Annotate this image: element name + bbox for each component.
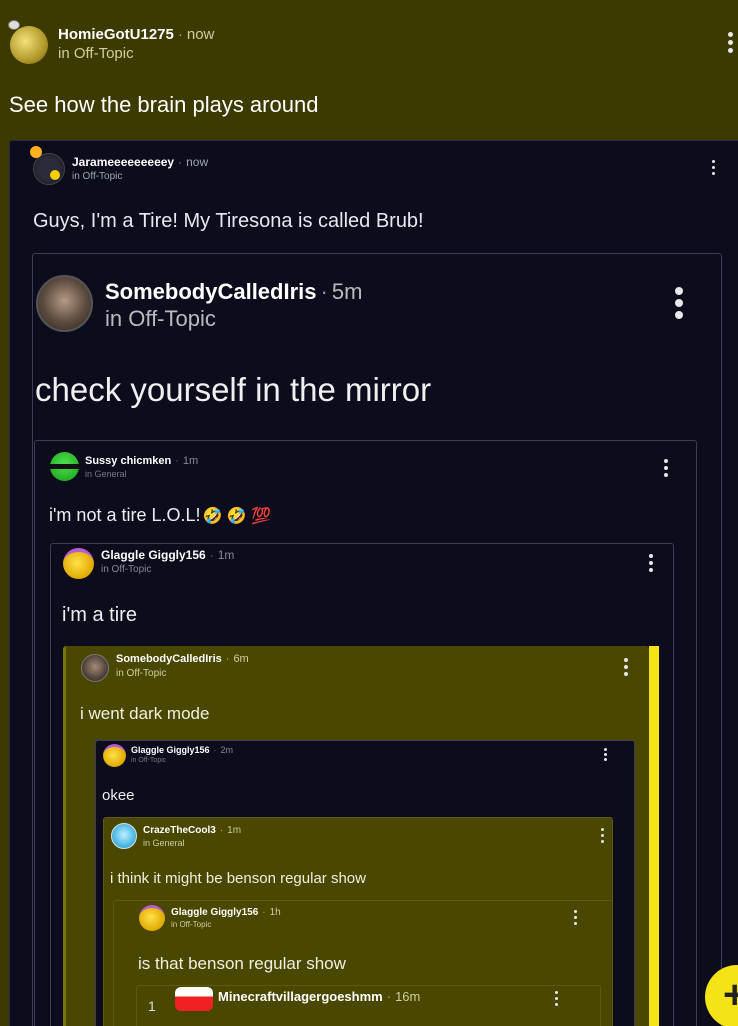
post-title: See how the brain plays around xyxy=(9,92,319,117)
quoted-avatar-5[interactable] xyxy=(81,654,109,682)
quoted-community-8[interactable]: in Off-Topic xyxy=(171,920,211,929)
quoted-author-line-4: Glaggle Giggly156 · 1m xyxy=(101,548,235,562)
quoted-text-8: is that benson regular show xyxy=(138,954,346,973)
author-line: HomieGotU1275 · now xyxy=(58,26,215,43)
quoted-avatar-7[interactable] xyxy=(111,823,137,849)
quoted-avatar-4[interactable] xyxy=(63,548,94,579)
more-options-icon[interactable] xyxy=(712,160,715,175)
quoted-author-line-1: Jarameeeeeeeeey · now xyxy=(72,155,209,169)
more-options-icon[interactable] xyxy=(649,554,653,572)
more-options-icon[interactable] xyxy=(555,991,558,1006)
post-header: HomieGotU1275 · now in Off-Topic xyxy=(0,0,738,80)
more-options-icon[interactable] xyxy=(574,910,577,925)
emoji-icon xyxy=(50,170,60,180)
quoted-author-line-5: SomebodyCalledIris · 6m xyxy=(116,653,249,665)
sunglasses-icon xyxy=(50,464,79,469)
badge-icon xyxy=(30,146,42,158)
status-bubble-icon xyxy=(8,20,20,30)
quoted-author-line-3: Sussy chicmken · 1m xyxy=(85,455,199,467)
quoted-community-4[interactable]: in Off-Topic xyxy=(101,564,151,575)
quoted-author-line-7: CrazeTheCool3 · 1m xyxy=(143,825,242,836)
quoted-community-5[interactable]: in Off-Topic xyxy=(116,668,166,679)
quoted-author-line-2: SomebodyCalledIris · 5m xyxy=(105,279,363,304)
author-name[interactable]: HomieGotU1275 xyxy=(58,26,174,43)
quoted-avatar-6[interactable] xyxy=(103,744,126,767)
quoted-text-2: check yourself in the mirror xyxy=(35,371,432,408)
quoted-avatar-8[interactable] xyxy=(139,905,165,931)
quoted-text-5: i went dark mode xyxy=(80,704,210,723)
more-options-icon[interactable] xyxy=(728,32,733,53)
quoted-community-7[interactable]: in General xyxy=(143,838,185,848)
quoted-author-line-6: Glaggle Giggly156 · 2m xyxy=(131,745,234,755)
emoji-icon: 🤣 🤣 💯 xyxy=(202,508,272,525)
quoted-community-2[interactable]: in Off-Topic xyxy=(105,306,216,332)
quoted-author-line-8: Glaggle Giggly156 · 1h xyxy=(171,907,281,918)
community-link[interactable]: in Off-Topic xyxy=(58,45,134,62)
user-avatar[interactable] xyxy=(10,26,48,64)
quoted-community-3[interactable]: in General xyxy=(85,469,127,479)
reply-count-badge: 1 xyxy=(148,998,156,1014)
quoted-text-3: i'm not a tire L.O.L! 🤣 🤣 💯 xyxy=(49,505,272,525)
more-options-icon[interactable] xyxy=(675,287,683,319)
quoted-community-1[interactable]: in Off-Topic xyxy=(72,171,122,182)
more-options-icon[interactable] xyxy=(601,828,604,843)
quoted-avatar-1[interactable] xyxy=(33,153,65,185)
accent-bar xyxy=(649,646,659,1026)
quoted-avatar-2[interactable] xyxy=(36,275,93,332)
quoted-text-4: i'm a tire xyxy=(62,604,137,626)
quoted-avatar-9[interactable] xyxy=(175,987,213,1011)
quoted-text-6: okee xyxy=(102,787,135,804)
more-options-icon[interactable] xyxy=(604,748,607,761)
quoted-community-6[interactable]: in Off-Topic xyxy=(131,757,166,764)
quoted-text-1: Guys, I'm a Tire! My Tiresona is called … xyxy=(33,210,424,232)
post-time: now xyxy=(186,26,215,43)
quoted-text-7: i think it might be benson regular show xyxy=(110,870,366,887)
more-options-icon[interactable] xyxy=(624,658,628,676)
more-options-icon[interactable] xyxy=(664,459,668,477)
quoted-author-line-9: Minecraftvillagergoeshmm · 16m xyxy=(218,989,421,1004)
